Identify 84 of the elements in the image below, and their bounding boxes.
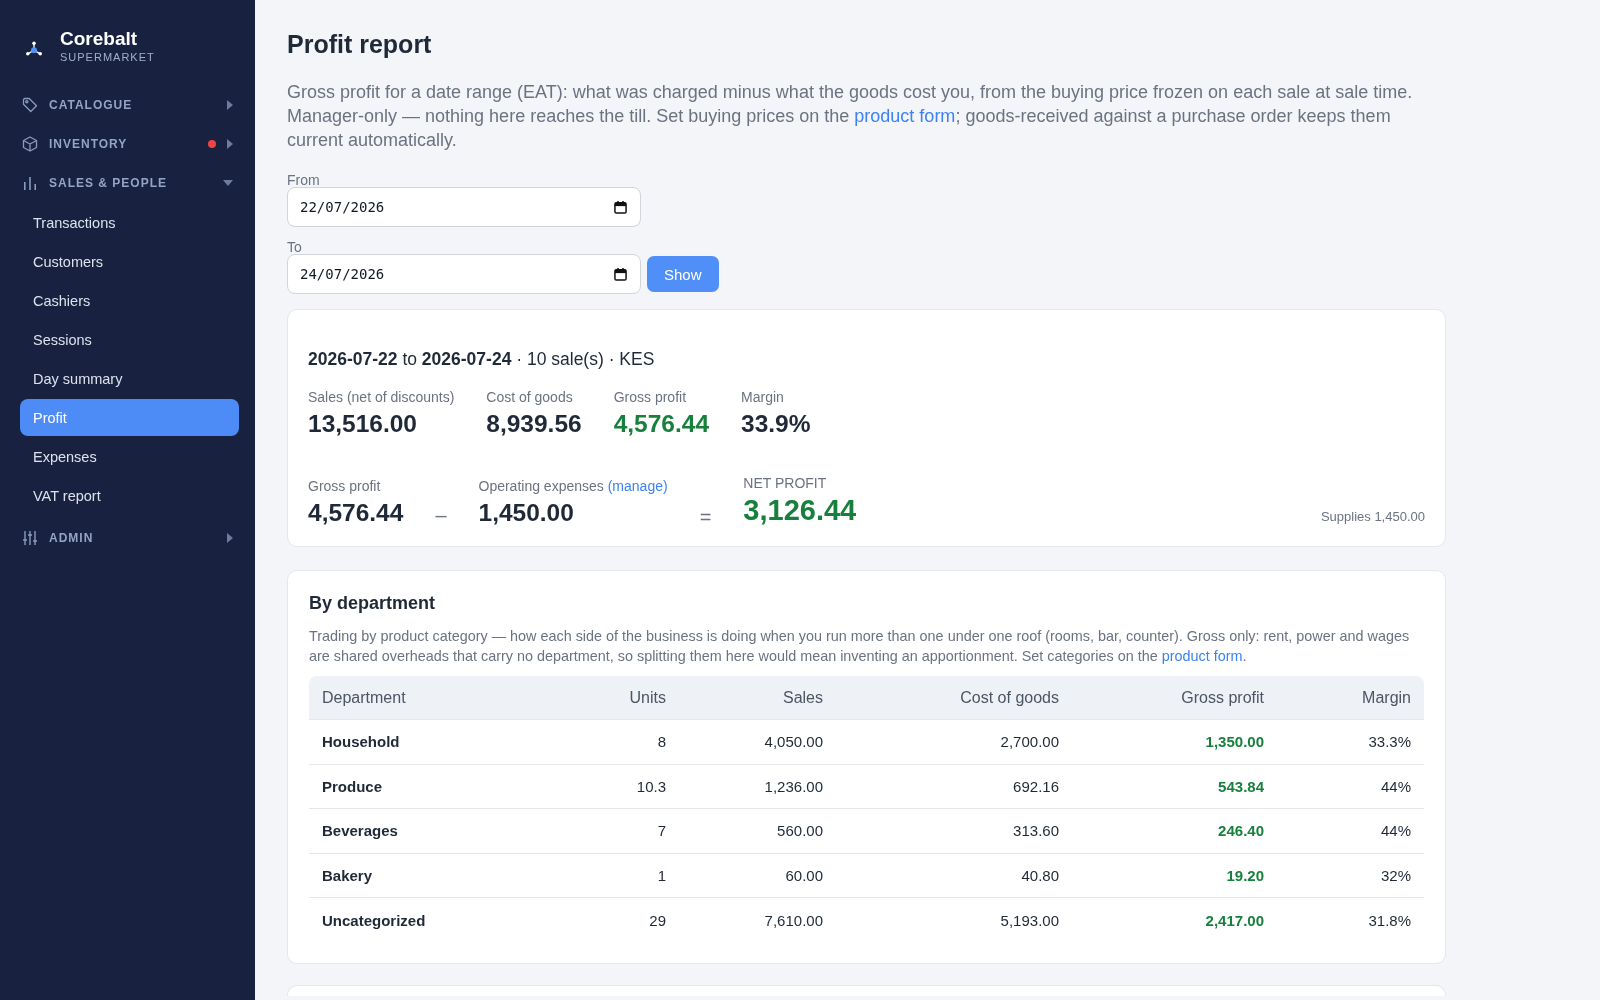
stat-value: 8,939.56 — [486, 409, 582, 439]
sidebar-item[interactable]: Cashiers — [20, 282, 239, 319]
table-cell-text: 40.80 — [1020, 866, 1060, 884]
stat-value: 4,576.44 — [308, 498, 404, 528]
page-description: Gross profit for a date range (EAT): what was charged minus what the goods cost you, from the buying price frozen on each sale at sale time. Manager-only — nothing here reaches the till. Set buying prices on the product form; goods-received against a purchase order keeps them current automatically. — [287, 81, 1414, 152]
calendar-icon — [614, 200, 627, 214]
table-cell-text: 60.00 — [784, 866, 824, 884]
table-cell-text: 44% — [1379, 822, 1412, 840]
table-cell-text: 246.40 — [1217, 822, 1265, 840]
stat-value: 13,516.00 — [308, 409, 417, 439]
stat-label: Operating expenses (manage) — [478, 477, 668, 495]
table-cell-text: 2,417.00 — [1204, 911, 1265, 929]
field-label: From — [287, 173, 320, 187]
brand-name: Corebalt — [60, 27, 139, 50]
table-cell-text: 543.84 — [1217, 777, 1265, 795]
section-title: By department — [309, 592, 437, 615]
brand-subtitle: SUPERMARKET — [60, 49, 155, 65]
column-header: Margin — [1361, 688, 1412, 707]
table-cell-text: Beverages — [321, 822, 399, 840]
sidebar-section[interactable]: ADMIN — [0, 518, 255, 557]
sidebar-section[interactable]: INVENTORY — [0, 124, 255, 163]
table-cell-text: 29 — [648, 911, 667, 929]
sidebar-item[interactable]: Customers — [20, 243, 239, 280]
stat-value: 4,576.44 — [613, 409, 710, 439]
manage-link[interactable]: (manage) — [607, 478, 668, 494]
table-cell-text: 8 — [656, 733, 667, 751]
table-cell-text: 1 — [656, 866, 667, 884]
sidebar-item[interactable]: Sessions — [20, 321, 239, 358]
column-header: Sales — [781, 688, 824, 707]
table-cell-text: 1,350.00 — [1204, 733, 1265, 751]
tag-icon — [22, 96, 38, 113]
table-cell-text: 692.16 — [1012, 777, 1060, 795]
sidebar-item[interactable]: Expenses — [20, 438, 239, 475]
stat-label: Margin — [741, 388, 784, 406]
product-form-link[interactable]: product form — [1161, 647, 1243, 664]
table-cell-text: 7 — [656, 822, 667, 840]
minus-sign: – — [435, 503, 447, 528]
stat-value: 1,450.00 — [478, 498, 574, 528]
sidebar-section[interactable]: SALES & PEOPLE — [0, 163, 255, 202]
section-description: Trading by product category — how each side of the business is doing when you run more than one under one roof (rooms, bar, counter). Gross only: rent, power and wages are shared overheads that carry no department, so splitting them here would mean inventing an apportionment. Set categories on the product form. — [309, 627, 1411, 666]
table-cell-text: 2,700.00 — [999, 733, 1060, 751]
stat-label: Sales (net of discounts) — [308, 388, 455, 406]
column-header: Cost of goods — [959, 688, 1060, 707]
bar-chart-icon — [22, 174, 38, 191]
sidebar-section[interactable]: CATALOGUE — [0, 85, 255, 124]
sidebar-item[interactable]: VAT report — [20, 477, 239, 514]
column-header: Gross profit — [1180, 688, 1265, 707]
table-cell-text: 44% — [1379, 777, 1412, 795]
table-cell-text: 32% — [1379, 866, 1412, 884]
hub-icon — [26, 40, 42, 56]
table-cell-text: 33.3% — [1367, 733, 1412, 751]
table-cell-text: 19.20 — [1225, 866, 1265, 884]
sidebar-item[interactable]: Transactions — [20, 204, 239, 241]
table-cell-text: 4,050.00 — [763, 733, 824, 751]
calendar-icon — [614, 267, 627, 281]
table-cell-text: 31.8% — [1367, 911, 1412, 929]
stat-label: Cost of goods — [486, 388, 573, 406]
date-range-summary: 2026-07-22 to 2026-07-24 · 10 sale(s) · KES — [308, 348, 655, 370]
net-profit-label: NET PROFIT — [743, 474, 827, 492]
cube-icon — [22, 135, 38, 152]
date-field[interactable]: 22/07/2026 — [287, 187, 641, 227]
sliders-icon — [22, 529, 38, 546]
table-cell-text: 560.00 — [776, 822, 824, 840]
stat-label: Gross profit — [613, 388, 687, 406]
sidebar-item[interactable]: Day summary — [20, 360, 239, 397]
table-cell-text: Household — [321, 733, 401, 751]
table-cell-text: 5,193.00 — [999, 911, 1060, 929]
stat-label: Gross profit — [308, 477, 381, 495]
field-label: To — [287, 240, 302, 254]
page-title: Profit report — [287, 29, 433, 60]
expense-breakdown: Supplies 1,450.00 — [1320, 508, 1425, 526]
table-cell-text: Produce — [321, 777, 383, 795]
equals-sign: = — [699, 505, 712, 530]
net-profit-value: 3,126.44 — [743, 493, 857, 528]
table-cell-text: Uncategorized — [321, 911, 427, 929]
column-header: Department — [321, 688, 407, 707]
stat-value: 33.9% — [741, 409, 811, 439]
table-cell-text: 10.3 — [635, 777, 667, 795]
table-cell-text: 1,236.00 — [763, 777, 824, 795]
column-header: Units — [628, 688, 667, 707]
table-cell-text: Bakery — [321, 866, 374, 884]
date-field[interactable]: 24/07/2026 — [287, 254, 641, 294]
table-cell-text: 7,610.00 — [763, 911, 824, 929]
table-cell-text: 313.60 — [1012, 822, 1060, 840]
